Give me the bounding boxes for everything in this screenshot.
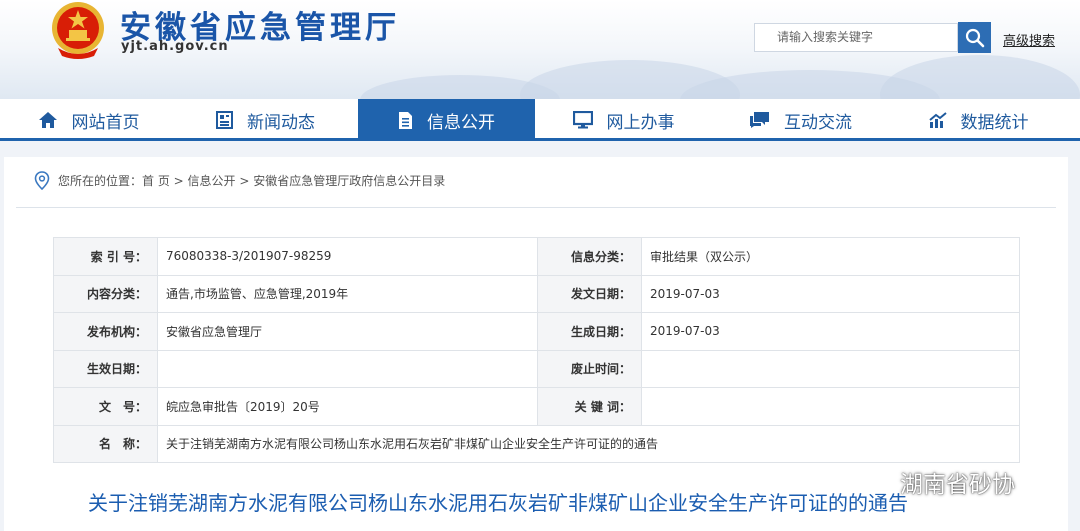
nav-item-online-service[interactable]: 网上办事	[535, 99, 712, 141]
table-row: 名 称： 关于注销芜湖南方水泥有限公司杨山东水泥用石灰岩矿非煤矿山企业安全生产许…	[53, 424, 1020, 463]
index-label: 索 引 号：	[53, 237, 158, 276]
created-date-value: 2019-07-03	[641, 312, 1020, 351]
content-label: 内容分类：	[53, 274, 158, 313]
search-icon	[965, 28, 984, 47]
nav-item-info-public[interactable]: 信息公开	[358, 99, 535, 141]
header-decoration	[880, 55, 1080, 99]
home-icon	[38, 111, 58, 129]
location-pin-icon	[34, 171, 50, 190]
table-row: 文 号： 皖应急审批告〔2019〕20号 关 键 词：	[53, 387, 1020, 426]
header-decoration	[360, 75, 560, 99]
national-emblem-icon	[52, 2, 104, 59]
document-number-label: 文 号：	[53, 387, 158, 426]
publisher-value: 安徽省应急管理厅	[157, 312, 538, 351]
watermark: 湖南省砂协	[864, 465, 1015, 499]
nav-item-news[interactable]: 新闻动态	[177, 99, 354, 141]
nav-item-label: 新闻动态	[247, 112, 315, 133]
advanced-search-link[interactable]: 高级搜索	[1003, 30, 1055, 49]
table-row: 索 引 号： 76080338-3/201907-98259 信息分类： 审批结…	[53, 237, 1020, 276]
site-header: 安徽省应急管理厅 yjt.ah.gov.cn 请输入搜索关键字 高级搜索	[0, 0, 1080, 99]
chart-icon	[928, 111, 947, 129]
nav-item-home[interactable]: 网站首页	[0, 99, 177, 141]
site-domain: yjt.ah.gov.cn	[121, 39, 229, 54]
news-icon	[216, 111, 233, 129]
wechat-icon	[864, 470, 894, 494]
effective-date-label: 生效日期：	[53, 349, 158, 388]
nav-item-label: 互动交流	[784, 112, 852, 133]
divider	[16, 207, 1056, 208]
category-value: 审批结果（双公示）	[641, 237, 1020, 276]
content-value: 通告,市场监管、应急管理,2019年	[157, 274, 538, 313]
created-date-label: 生成日期：	[537, 312, 642, 351]
index-value: 76080338-3/201907-98259	[157, 237, 538, 276]
keywords-label: 关 键 词：	[537, 387, 642, 426]
name-value: 关于注销芜湖南方水泥有限公司杨山东水泥用石灰岩矿非煤矿山企业安全生产许可证的的通…	[157, 424, 1020, 463]
abolish-date-value	[641, 349, 1020, 388]
keywords-value	[641, 387, 1020, 426]
name-label: 名 称：	[53, 424, 158, 463]
document-title: 关于注销芜湖南方水泥有限公司杨山东水泥用石灰岩矿非煤矿山企业安全生产许可证的的通…	[88, 491, 908, 515]
nav-item-label: 网站首页	[71, 112, 140, 133]
nav-item-label: 网上办事	[606, 112, 675, 133]
nav-item-statistics[interactable]: 数据统计	[890, 99, 1067, 141]
chat-icon	[749, 111, 770, 129]
document-number-value: 皖应急审批告〔2019〕20号	[157, 387, 538, 426]
table-row: 内容分类： 通告,市场监管、应急管理,2019年 发文日期： 2019-07-0…	[53, 274, 1020, 313]
monitor-icon	[572, 111, 593, 129]
document-info-table: 索 引 号： 76080338-3/201907-98259 信息分类： 审批结…	[53, 237, 1020, 463]
publisher-label: 发布机构：	[53, 312, 158, 351]
breadcrumb-prefix: 您所在的位置：	[58, 174, 143, 188]
abolish-date-label: 废止时间：	[537, 349, 642, 388]
breadcrumb: 您所在的位置： 首 页 > 信息公开 > 安徽省应急管理厅政府信息公开目录	[34, 171, 445, 190]
category-label: 信息分类：	[537, 237, 642, 276]
table-row: 发布机构： 安徽省应急管理厅 生成日期： 2019-07-03	[53, 312, 1020, 351]
issue-date-label: 发文日期：	[537, 274, 642, 313]
effective-date-value	[157, 349, 538, 388]
nav-item-label: 信息公开	[427, 112, 495, 133]
search-input[interactable]: 请输入搜索关键字	[754, 23, 958, 52]
nav-item-interaction[interactable]: 互动交流	[712, 99, 889, 141]
breadcrumb-path[interactable]: 首 页 > 信息公开 > 安徽省应急管理厅政府信息公开目录	[142, 172, 445, 189]
search-button[interactable]	[958, 22, 991, 53]
main-nav: 网站首页 新闻动态 信息公开 网上办事 互动交流 数据统计	[0, 99, 1080, 141]
watermark-text: 湖南省砂协	[900, 472, 1015, 498]
issue-date-value: 2019-07-03	[641, 274, 1020, 313]
table-row: 生效日期： 废止时间：	[53, 349, 1020, 388]
nav-item-label: 数据统计	[960, 112, 1029, 133]
document-icon	[398, 111, 413, 130]
